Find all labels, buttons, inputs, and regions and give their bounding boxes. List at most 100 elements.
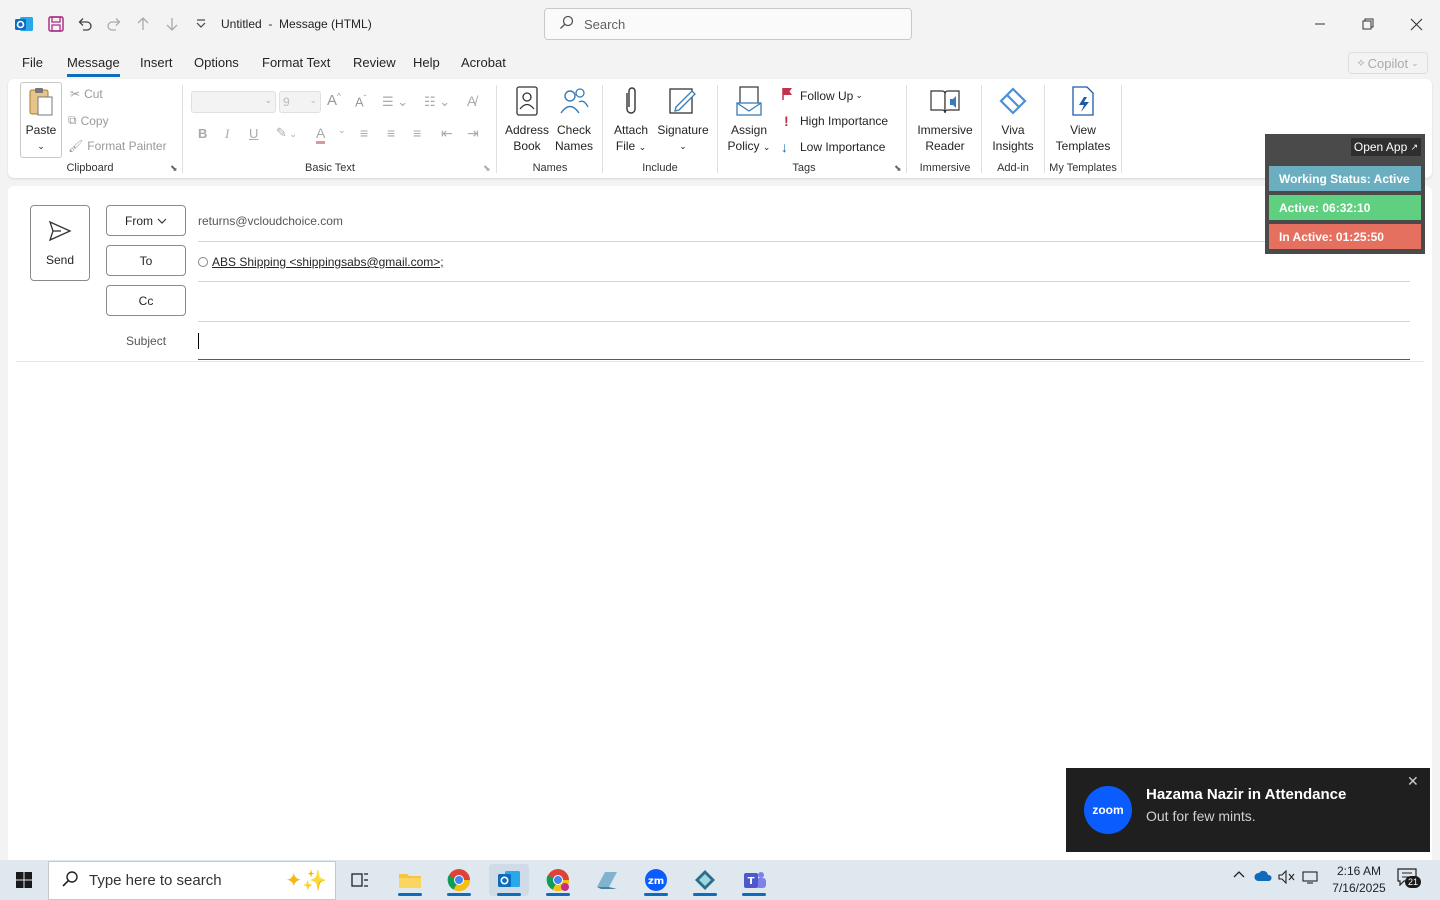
grow-font-icon[interactable]: A^ (327, 92, 341, 109)
cc-field[interactable] (198, 290, 1410, 318)
dialog-launcher-icon[interactable]: ⬊ (170, 163, 178, 174)
recipient-chip[interactable]: ABS Shipping <shippingsabs@gmail.com>; (212, 255, 444, 269)
notifications-button[interactable]: 21 (1397, 868, 1425, 894)
app-icon[interactable] (587, 864, 627, 896)
taskbar-search-placeholder: Type here to search (89, 872, 222, 889)
onedrive-icon[interactable] (1253, 870, 1273, 882)
search-icon (61, 870, 79, 892)
windows-start-icon[interactable] (4, 864, 44, 896)
chrome-icon[interactable] (439, 864, 479, 896)
outlook-taskbar-icon[interactable] (489, 864, 529, 896)
restore-button[interactable] (1348, 10, 1388, 38)
format-painter-button[interactable]: 🖌 Format Painter (68, 139, 167, 153)
follow-up-button[interactable]: Follow Up ⌄ (781, 87, 863, 104)
numbering-icon[interactable]: ☷ ⌄ (424, 94, 450, 110)
font-color-icon[interactable]: A (316, 125, 326, 144)
ribbon-separator (1121, 85, 1122, 173)
clear-formatting-icon[interactable]: A̸ (467, 93, 476, 109)
task-view-icon[interactable] (340, 864, 380, 896)
address-book-button[interactable]: Address Book (503, 84, 551, 154)
low-importance-button[interactable]: ↓ Low Importance (781, 139, 885, 155)
assign-policy-label-2: Policy ⌄ (728, 138, 771, 155)
tab-insert[interactable]: Insert (140, 55, 173, 74)
tab-message[interactable]: Message (67, 55, 120, 77)
file-explorer-icon[interactable] (390, 864, 430, 896)
dialog-launcher-icon[interactable]: ⬊ (894, 163, 902, 174)
bold-icon[interactable]: B (198, 126, 207, 141)
arrow-down-icon[interactable] (160, 12, 184, 36)
assign-policy-button[interactable]: Assign Policy ⌄ (724, 84, 774, 155)
chevron-down-icon: ⌄ (309, 95, 317, 105)
chevron-down-icon: ⌄ (264, 95, 272, 105)
tab-acrobat[interactable]: Acrobat (461, 55, 506, 74)
send-button[interactable]: Send (30, 205, 90, 281)
taskbar-search-input[interactable]: Type here to search ✦✨ (48, 861, 336, 900)
attach-file-button[interactable]: Attach File ⌄ (608, 84, 654, 155)
view-templates-button[interactable]: View Templates (1050, 84, 1116, 154)
from-button[interactable]: From (106, 205, 186, 236)
working-status-badge: Working Status: Active (1269, 166, 1421, 191)
tab-options[interactable]: Options (194, 55, 239, 74)
tab-file[interactable]: File (22, 55, 43, 74)
viva-label-1: Viva (1001, 123, 1025, 137)
subject-field[interactable] (198, 330, 1410, 358)
font-size-select[interactable]: 9 ⌄ (279, 91, 321, 113)
toast-close-icon[interactable]: ✕ (1407, 773, 1419, 790)
clock[interactable]: 2:16 AM 7/16/2025 (1326, 863, 1392, 897)
app-diamond-icon[interactable] (685, 864, 725, 896)
tab-format-text[interactable]: Format Text (262, 55, 330, 74)
to-field[interactable]: ABS Shipping <shippingsabs@gmail.com>; (198, 255, 444, 269)
zoom-taskbar-icon[interactable]: zm (636, 864, 676, 896)
underline-icon[interactable]: U (249, 126, 258, 141)
paste-button[interactable]: Paste ⌄ (20, 82, 62, 158)
to-button[interactable]: To (106, 245, 186, 276)
address-book-label-2: Book (513, 139, 541, 153)
font-name-select[interactable]: ⌄ (191, 91, 276, 113)
chevron-down-icon[interactable]: ⌄ (338, 125, 346, 136)
undo-icon[interactable] (73, 12, 97, 36)
viva-insights-button[interactable]: Viva Insights (987, 84, 1039, 154)
check-names-button[interactable]: Check Names (550, 84, 598, 154)
signature-label: Signature (657, 123, 709, 137)
decrease-indent-icon[interactable]: ⇤ (441, 125, 453, 142)
arrow-up-icon[interactable] (131, 12, 155, 36)
open-app-button[interactable]: Open App ↗ (1351, 138, 1421, 156)
message-body[interactable] (16, 364, 1424, 760)
save-icon[interactable] (44, 12, 68, 36)
volume-muted-icon[interactable] (1277, 870, 1297, 884)
cut-button[interactable]: ✂ Cut (70, 87, 103, 101)
chrome-profile-icon[interactable] (538, 864, 578, 896)
highlight-icon[interactable]: ✎ ⌄ (276, 125, 297, 141)
minimize-button[interactable] (1300, 10, 1340, 38)
search-input[interactable]: Search (544, 8, 912, 40)
viva-label-2: Insights (992, 139, 1034, 153)
immersive-reader-button[interactable]: Immersive Reader (912, 84, 978, 154)
customize-toolbar-icon[interactable] (189, 12, 213, 36)
close-button[interactable] (1396, 10, 1436, 38)
redo-icon[interactable] (102, 12, 126, 36)
signature-button[interactable]: Signature ⌄ (654, 84, 712, 154)
copilot-button[interactable]: ⟡ Copilot ⌄ (1348, 52, 1428, 74)
network-icon[interactable] (1301, 870, 1321, 884)
search-placeholder: Search (584, 16, 626, 32)
high-importance-button[interactable]: ! High Importance (784, 113, 888, 129)
align-center-icon[interactable]: ≡ (387, 125, 395, 141)
cc-button[interactable]: Cc (106, 285, 186, 316)
font-size-value: 9 (283, 95, 290, 109)
teams-icon[interactable]: T (734, 864, 774, 896)
tab-help[interactable]: Help (413, 55, 440, 74)
shrink-font-icon[interactable]: Aˇ (355, 94, 366, 109)
italic-icon[interactable]: I (225, 126, 229, 142)
align-right-icon[interactable]: ≡ (413, 125, 421, 141)
show-hidden-icons-icon[interactable] (1230, 870, 1248, 878)
assign-policy-label-text: Policy (727, 139, 760, 153)
from-field[interactable]: returns@vcloudchoice.com (198, 214, 343, 228)
tab-review[interactable]: Review (353, 55, 396, 74)
check-names-icon (557, 84, 591, 118)
dialog-launcher-icon[interactable]: ⬊ (483, 163, 491, 174)
sparkle-icon: ✦✨ (285, 870, 327, 892)
align-left-icon[interactable]: ≡ (360, 125, 368, 141)
increase-indent-icon[interactable]: ⇥ (467, 125, 479, 142)
bullets-icon[interactable]: ☰ ⌄ (382, 94, 408, 110)
copy-button[interactable]: ⧉ Copy (68, 113, 109, 128)
